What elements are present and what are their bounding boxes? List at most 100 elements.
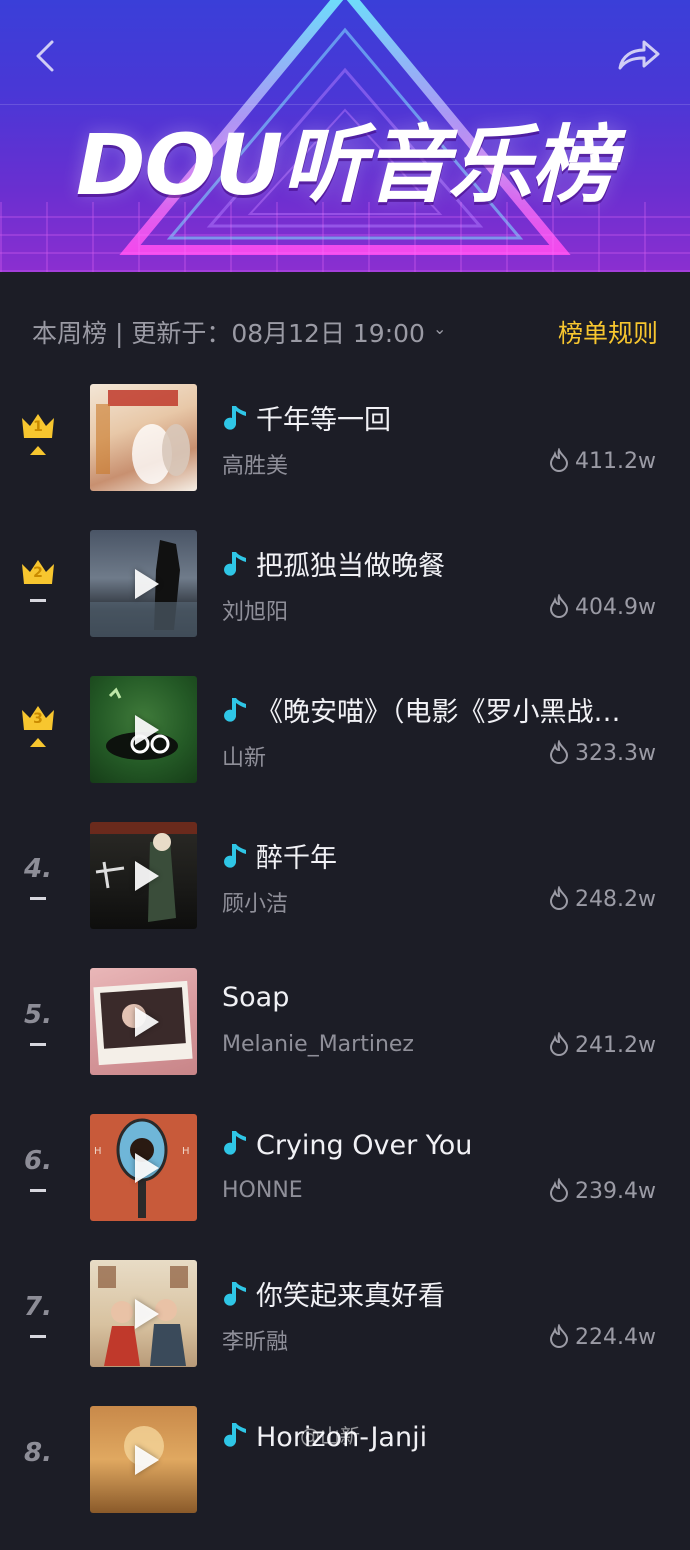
- trend-flat-icon: [30, 1043, 46, 1046]
- music-note-icon: [224, 844, 246, 868]
- cover-art-image: [96, 390, 190, 484]
- rank-indicator: 1: [0, 410, 76, 470]
- play-icon: [134, 1152, 159, 1183]
- crown-icon: 2: [20, 556, 56, 586]
- music-note-icon: [224, 698, 246, 722]
- rank-number: 5.: [24, 1000, 52, 1030]
- back-button[interactable]: [30, 36, 66, 76]
- artist-name: 高胜美: [222, 454, 289, 479]
- flame-icon: [550, 1032, 569, 1056]
- trend-flat-icon: [30, 1189, 46, 1192]
- trend-flat-icon: [30, 1335, 46, 1338]
- artist-name: 顾小洁: [222, 892, 289, 917]
- rank-indicator: 2: [0, 556, 76, 616]
- rank-indicator: 7.: [0, 1286, 76, 1346]
- artist-name: 李昕融: [222, 1330, 289, 1355]
- heat-value: 248.2w: [575, 887, 656, 912]
- heat-value: 404.9w: [575, 595, 656, 620]
- artist-name: 山新: [222, 746, 267, 771]
- song-row[interactable]: 4. 醉千年 顾小洁 248.2w: [0, 820, 690, 966]
- chart-rules-link[interactable]: 榜单规则: [558, 314, 658, 350]
- song-title: 你笑起来真好看: [222, 1274, 662, 1314]
- song-title-text: Soap: [222, 982, 290, 1013]
- song-title: 《晚安喵》（电影《罗小黑战…: [222, 690, 662, 730]
- song-row[interactable]: 7. 你笑起来真好看 李昕融 224.4w: [0, 1258, 690, 1404]
- song-title: Crying Over You: [222, 1128, 662, 1168]
- rank-number: 8.: [24, 1438, 52, 1468]
- svg-text:H: H: [94, 1146, 102, 1157]
- artist-name: Melanie_Martinez: [222, 1032, 414, 1057]
- song-title: 千年等一回: [222, 398, 662, 438]
- heat-count: 411.2w: [549, 448, 656, 474]
- chevron-down-icon: ⌄: [432, 319, 447, 338]
- week-selector[interactable]: 本周榜 | 更新于：08月12日 19:00 ⌄: [32, 314, 446, 350]
- flame-icon: [550, 1178, 569, 1202]
- rank-indicator: 5.: [0, 994, 76, 1054]
- artist-name: 刘旭阳: [222, 600, 289, 625]
- rank-indicator: 3: [0, 702, 76, 762]
- rank-number: 4.: [24, 854, 52, 884]
- trend-flat-icon: [30, 599, 46, 602]
- song-row[interactable]: 1 千年等一回 高胜美 411.2w: [0, 382, 690, 528]
- song-cover[interactable]: [90, 968, 197, 1075]
- song-cover[interactable]: [90, 384, 197, 491]
- trend-flat-icon: [30, 897, 46, 900]
- music-note-icon: [224, 1131, 246, 1155]
- song-title: Horizon-Janji: [222, 1420, 662, 1460]
- heat-value: 241.2w: [575, 1033, 656, 1058]
- song-title: 把孤独当做晚餐: [222, 544, 662, 584]
- song-cover[interactable]: [90, 1406, 197, 1513]
- share-button[interactable]: [612, 36, 662, 76]
- song-title-text: 千年等一回: [256, 405, 391, 436]
- chart-banner: DOU听音乐榜: [0, 0, 690, 272]
- heat-count: 224.4w: [549, 1324, 656, 1350]
- heat-value: 411.2w: [575, 449, 656, 474]
- song-title-text: 你笑起来真好看: [256, 1281, 445, 1312]
- flame-icon: [550, 886, 569, 910]
- week-update-label: 本周榜 | 更新于：08月12日 19:00: [32, 319, 425, 348]
- rank-indicator: 8.: [0, 1432, 76, 1492]
- trend-up-icon: [30, 446, 46, 455]
- flame-icon: [550, 1324, 569, 1348]
- crown-icon: 1: [20, 410, 56, 440]
- heat-value: 239.4w: [575, 1179, 656, 1204]
- crown-icon: 3: [20, 702, 56, 732]
- music-note-icon: [224, 1423, 246, 1447]
- song-row[interactable]: 2 把孤独当做晚餐 刘旭阳 404.9w: [0, 528, 690, 674]
- artist-name: HONNE: [222, 1178, 303, 1203]
- rank-indicator: 4.: [0, 848, 76, 908]
- heat-count: 241.2w: [549, 1032, 656, 1058]
- song-cover[interactable]: [90, 822, 197, 929]
- rank-number: 2: [33, 565, 43, 581]
- rank-number: 6.: [24, 1146, 52, 1176]
- svg-text:H: H: [182, 1146, 190, 1157]
- music-note-icon: [224, 406, 246, 430]
- play-icon: [134, 1298, 159, 1329]
- music-note-icon: [224, 1282, 246, 1306]
- chevron-left-icon: [36, 40, 54, 72]
- song-cover[interactable]: [90, 1260, 197, 1367]
- flame-icon: [550, 448, 569, 472]
- flame-icon: [550, 594, 569, 618]
- rank-number: 3: [33, 711, 43, 727]
- weibo-watermark: @山新: [300, 1424, 360, 1448]
- flame-icon: [550, 740, 569, 764]
- trend-up-icon: [30, 738, 46, 747]
- play-icon: [134, 860, 159, 891]
- rank-number: 7.: [24, 1292, 52, 1322]
- rank-number: 1: [33, 419, 43, 435]
- song-cover[interactable]: H H: [90, 1114, 197, 1221]
- heat-value: 224.4w: [575, 1325, 656, 1350]
- song-row[interactable]: 3 《晚安喵》（电影《罗小黑战… 山新 323.3w: [0, 674, 690, 820]
- song-row[interactable]: 5. Soap Melanie_Martinez 241.2w: [0, 966, 690, 1112]
- play-icon: [134, 714, 159, 745]
- song-title-text: 把孤独当做晚餐: [256, 551, 445, 582]
- song-cover[interactable]: [90, 676, 197, 783]
- music-note-icon: [224, 552, 246, 576]
- song-row[interactable]: 6. H H Crying Over You HONNE 239.4w: [0, 1112, 690, 1258]
- rank-indicator: 6.: [0, 1140, 76, 1200]
- heat-count: 239.4w: [549, 1178, 656, 1204]
- song-cover[interactable]: [90, 530, 197, 637]
- heat-count: 323.3w: [549, 740, 656, 766]
- play-icon: [134, 1444, 159, 1475]
